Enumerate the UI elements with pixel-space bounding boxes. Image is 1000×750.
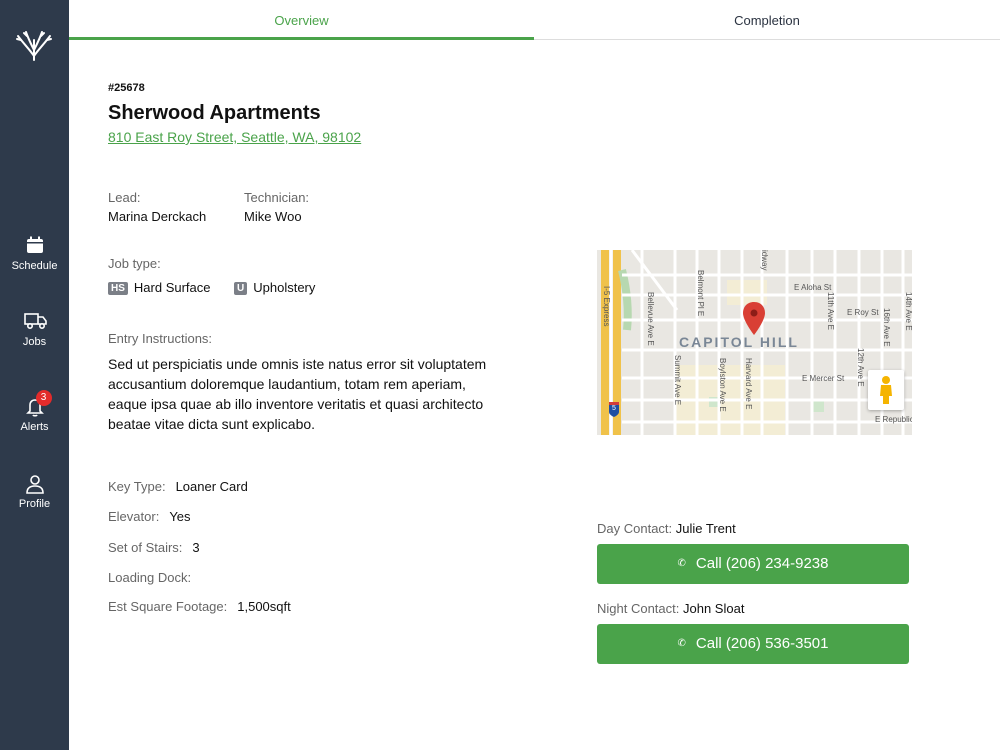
job-type-u: U Upholstery — [234, 280, 316, 296]
map-shield-label: 5 — [612, 405, 616, 412]
phone-icon: ✆ — [677, 638, 686, 650]
map-street-label: 14th Ave E — [904, 292, 912, 331]
truck-icon — [23, 312, 47, 332]
detail-label: Elevator: — [108, 509, 160, 524]
nav-label: Profile — [18, 498, 51, 510]
user-icon — [24, 474, 46, 494]
detail-value: 3 — [192, 540, 200, 555]
street-view-pegman-icon[interactable] — [868, 370, 904, 410]
page-title: Sherwood Apartments — [108, 102, 321, 124]
alerts-badge: 3 — [35, 390, 52, 406]
detail-label: Est Square Footage: — [108, 599, 228, 614]
entry-instructions-text: Sed ut perspiciatis unde omnis iste natu… — [108, 356, 487, 432]
location-map[interactable]: CAPITOL HILL E Aloha St E Roy St E Merce… — [597, 250, 912, 435]
detail-value: Loaner Card — [175, 479, 248, 494]
call-day-contact-button[interactable]: ✆ Call (206) 234-9238 — [597, 544, 909, 584]
detail-key-type: Key Type: Loaner Card — [108, 479, 248, 494]
detail-value: Yes — [169, 509, 191, 524]
job-type-label: Job type: — [108, 256, 161, 271]
address-link[interactable]: 810 East Roy Street, Seattle, WA, 98102 — [108, 129, 361, 145]
map-street-label: Summit Ave E — [673, 355, 682, 406]
nav-label: Alerts — [20, 421, 49, 433]
job-type-code: U — [234, 282, 248, 296]
call-night-contact-button[interactable]: ✆ Call (206) 536-3501 — [597, 624, 909, 664]
map-street-label: 11th Ave E — [826, 292, 835, 330]
job-type-name: Upholstery — [253, 280, 316, 295]
map-street-label: Belmont Pl E — [696, 270, 705, 317]
detail-label: Loading Dock: — [108, 570, 192, 585]
detail-label: Key Type: — [108, 479, 166, 494]
sidebar: Schedule Jobs 3 Alerts Profile — [0, 0, 69, 750]
detail-elevator: Elevator: Yes — [108, 509, 191, 524]
map-street-label: Boylston Ave E — [718, 358, 727, 412]
map-street-label: E Republic — [875, 415, 912, 424]
detail-loading-dock: Loading Dock: — [108, 570, 201, 585]
map-street-label: E Mercer St — [802, 374, 845, 383]
tab-bar: Overview Completion — [69, 0, 1000, 40]
map-street-label: Harvard Ave E — [744, 358, 753, 410]
lead-label: Lead: — [108, 190, 141, 205]
technician-label: Technician: — [244, 190, 310, 205]
map-street-label: idway — [760, 250, 769, 271]
map-street-label: E Aloha St — [794, 283, 832, 292]
detail-square-footage: Est Square Footage: 1,500sqft — [108, 599, 291, 614]
map-street-label: Bellevue Ave E — [646, 292, 655, 346]
nav-alerts[interactable]: 3 Alerts — [0, 390, 69, 433]
lead-value: Marina Derckach — [108, 209, 207, 224]
tab-overview[interactable]: Overview — [69, 0, 534, 40]
job-type-code: HS — [108, 282, 128, 296]
phone-icon: ✆ — [677, 558, 686, 570]
job-type-name: Hard Surface — [133, 280, 211, 295]
night-contact: Night Contact: John Sloat — [597, 601, 744, 616]
map-street-label: E Roy St — [847, 308, 879, 317]
entry-instructions-label: Entry Instructions: — [108, 331, 213, 346]
calendar-icon — [24, 236, 46, 256]
detail-value: 1,500sqft — [237, 599, 291, 614]
logo-icon — [14, 26, 54, 62]
map-street-label: I-5 Express — [602, 286, 611, 327]
detail-label: Set of Stairs: — [108, 540, 183, 555]
day-contact-label: Day Contact: — [597, 521, 673, 536]
map-street-label: 16th Ave E — [882, 308, 891, 347]
day-contact-name: Julie Trent — [675, 521, 736, 536]
call-day-contact-label: Call (206) 234-9238 — [695, 555, 829, 572]
nav-profile[interactable]: Profile — [0, 474, 69, 510]
map-neighborhood-label: CAPITOL HILL — [679, 334, 799, 350]
call-night-contact-label: Call (206) 536-3501 — [695, 635, 829, 652]
map-street-label: 12th Ave E — [856, 348, 865, 387]
night-contact-label: Night Contact: — [597, 601, 680, 616]
technician-value: Mike Woo — [244, 209, 302, 224]
day-contact: Day Contact: Julie Trent — [597, 521, 736, 536]
job-type-hs: HS Hard Surface — [108, 280, 211, 296]
job-id: #25678 — [108, 82, 145, 94]
night-contact-name: John Sloat — [683, 601, 745, 616]
nav-label: Schedule — [11, 260, 58, 272]
detail-stairs: Set of Stairs: 3 — [108, 540, 200, 555]
bell-icon: 3 — [24, 390, 52, 417]
nav-label: Jobs — [22, 336, 47, 348]
tab-completion[interactable]: Completion — [534, 0, 1000, 40]
nav-jobs[interactable]: Jobs — [0, 312, 69, 348]
nav-schedule[interactable]: Schedule — [0, 236, 69, 272]
